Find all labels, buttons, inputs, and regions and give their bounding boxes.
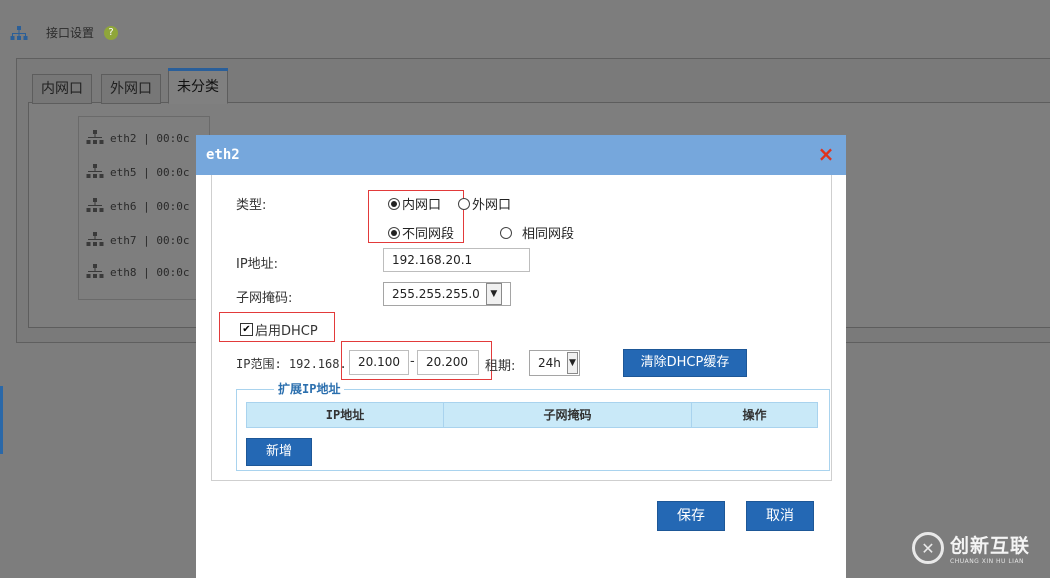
interface-row[interactable]: eth5 | 00:0c: [86, 162, 189, 182]
radio-lan[interactable]: 内网口: [388, 194, 441, 213]
tab-wan-label: 外网口: [110, 81, 152, 97]
range-separator: -: [410, 354, 415, 369]
dhcp-label: 启用DHCP: [255, 324, 318, 339]
extended-ip-table-header: IP地址 子网掩码 操作: [246, 402, 818, 428]
network-icon: [10, 25, 28, 41]
brand-name-en: CHUANG XIN HU LIAN: [950, 558, 1025, 565]
radio-dot: [388, 197, 400, 210]
column-header: 操作: [742, 408, 767, 422]
radio-wan[interactable]: 外网口: [458, 194, 511, 213]
interface-text: eth7 | 00:0c: [110, 233, 190, 247]
chevron-down-icon: ▼: [485, 283, 502, 305]
lease-label: 租期:: [485, 359, 516, 374]
interface-text: eth8 | 00:0c: [110, 265, 190, 279]
ip-range-end-input[interactable]: 20.200: [417, 350, 479, 375]
add-ip-button[interactable]: 新增: [246, 438, 312, 466]
radio-different-label: 不同网段: [402, 227, 455, 242]
column-header: 子网掩码: [444, 403, 692, 427]
close-icon[interactable]: ×: [815, 143, 837, 165]
type-label: 类型:: [236, 198, 267, 213]
ip-label: IP地址:: [236, 257, 279, 272]
tab-lan-label: 内网口: [41, 81, 83, 97]
dhcp-toggle[interactable]: ✔ 启用DHCP: [240, 320, 318, 339]
cancel-button[interactable]: 取消: [746, 501, 814, 531]
chevron-down-icon: ▼: [566, 352, 578, 374]
interface-row[interactable]: eth2 | 00:0c: [86, 128, 189, 148]
brand-name: 创新互联: [950, 535, 1031, 557]
mask-label: 子网掩码:: [236, 291, 293, 306]
radio-same-segment[interactable]: 相同网段: [500, 223, 574, 242]
ip-range-start-input[interactable]: 20.100: [349, 350, 409, 375]
brand-logo-icon: ✕: [912, 532, 944, 564]
dhcp-checkbox[interactable]: ✔: [240, 323, 253, 336]
subnet-mask-select[interactable]: 255.255.255.0 ▼: [383, 282, 511, 306]
subnet-mask-value: 255.255.255.0: [392, 287, 480, 301]
brand-text: 创新互联 CHUANG XIN HU LIAN: [950, 531, 1030, 565]
tab-unclassified-label: 未分类: [177, 79, 219, 95]
page-header: 接口设置 ?: [10, 24, 119, 41]
radio-different-segment[interactable]: 不同网段: [388, 223, 454, 242]
save-button[interactable]: 保存: [657, 501, 725, 531]
lease-value: 24h: [538, 356, 561, 370]
interface-row[interactable]: eth6 | 00:0c: [86, 196, 189, 216]
lease-select[interactable]: 24h ▼: [529, 350, 580, 376]
left-edge-accent: [0, 386, 3, 454]
tab-wan[interactable]: 外网口: [101, 74, 161, 104]
radio-dot: [458, 197, 470, 210]
network-icon: [86, 163, 104, 182]
edit-interface-dialog: eth2 × 类型: 内网口 外网口 不同网段 相同网段 IP地址: 192.1…: [196, 135, 846, 578]
radio-dot: [388, 226, 400, 239]
radio-same-label: 相同网段: [522, 227, 575, 242]
ip-address-input[interactable]: 192.168.20.1: [383, 248, 530, 272]
tab-unclassified[interactable]: 未分类: [168, 68, 228, 104]
network-icon: [86, 263, 104, 282]
tab-lan[interactable]: 内网口: [32, 74, 92, 104]
network-icon: [86, 231, 104, 250]
network-icon: [86, 197, 104, 216]
network-icon: [86, 129, 104, 148]
clear-dhcp-cache-button[interactable]: 清除DHCP缓存: [623, 349, 747, 377]
extended-ip-title: 扩展IP地址: [274, 380, 345, 397]
radio-lan-label: 内网口: [402, 198, 442, 213]
interface-text: eth6 | 00:0c: [110, 199, 190, 213]
ip-range-label: IP范围: 192.168.: [236, 357, 347, 371]
page-title: 接口设置: [46, 26, 95, 40]
dialog-title: eth2: [206, 147, 240, 163]
brand-watermark: ✕ 创新互联 CHUANG XIN HU LIAN: [912, 531, 1030, 565]
dialog-header: [196, 135, 846, 175]
column-header: IP地址: [247, 403, 444, 427]
interface-text: eth5 | 00:0c: [110, 165, 190, 179]
interface-row[interactable]: eth7 | 00:0c: [86, 230, 189, 250]
interface-row[interactable]: eth8 | 00:0c: [86, 262, 189, 282]
radio-dot: [500, 226, 512, 239]
interface-text: eth2 | 00:0c: [110, 131, 190, 145]
help-icon[interactable]: ?: [104, 25, 119, 40]
radio-wan-label: 外网口: [472, 198, 512, 213]
